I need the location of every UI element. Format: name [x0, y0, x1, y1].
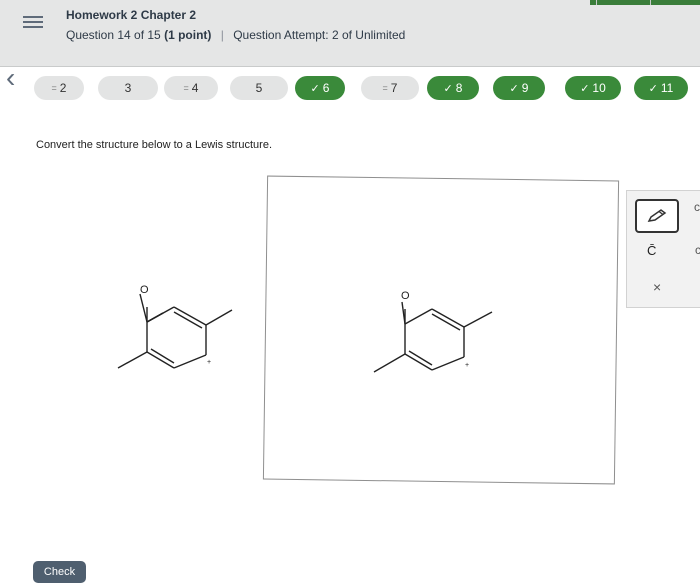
question-nav-label: 10: [592, 81, 606, 95]
question-position: Question 14 of 15: [66, 28, 161, 42]
question-nav-label: 5: [255, 81, 263, 95]
checkmark-icon: ✓: [310, 82, 320, 95]
progress-tick: [596, 0, 597, 5]
question-info: Question 14 of 15 (1 point) | Question A…: [66, 28, 405, 42]
question-nav-label: 9: [521, 81, 529, 95]
drawing-toolbar: C̄ ×: [626, 190, 700, 308]
question-nav-item-8[interactable]: ✓ 8: [427, 76, 479, 100]
bond-line: [431, 308, 465, 328]
bond-line: [173, 306, 207, 326]
oxygen-label: O: [140, 284, 149, 296]
delete-tool-button[interactable]: ×: [653, 279, 661, 295]
partial-icon: =: [51, 83, 57, 93]
question-nav-label: 6: [322, 81, 330, 95]
question-nav-label: 8: [455, 81, 463, 95]
question-nav-label: 7: [390, 81, 398, 95]
question-nav-label: 4: [191, 81, 199, 95]
bond-line: [404, 308, 433, 325]
bond-line: [205, 309, 233, 326]
checkmark-icon: ✓: [509, 82, 519, 95]
assignment-title: Homework 2 Chapter 2: [66, 8, 197, 22]
partial-icon: =: [382, 83, 388, 93]
bond-line: [431, 356, 465, 371]
reference-structure: O +: [117, 284, 233, 369]
question-nav-item-10[interactable]: ✓ 10: [565, 76, 621, 100]
progress-tick: [650, 0, 651, 5]
charge-label: +: [207, 359, 211, 366]
question-nav-item-3[interactable]: 3: [98, 76, 158, 100]
question-prompt: Convert the structure below to a Lewis s…: [36, 139, 272, 151]
charge-label: +: [465, 362, 469, 369]
question-nav-item-11[interactable]: ✓ 11: [634, 76, 688, 100]
question-nav-item-9[interactable]: ✓ 9: [493, 76, 545, 100]
bond-line: [173, 354, 207, 369]
charge-tool-button[interactable]: C̄: [647, 243, 656, 258]
question-nav-label: 11: [660, 81, 674, 95]
assignment-header: Homework 2 Chapter 2 Question 14 of 15 (…: [0, 0, 700, 67]
pencil-icon: [647, 209, 667, 222]
attempt-value: 2 of Unlimited: [331, 28, 406, 42]
question-nav-item-4[interactable]: = 4: [164, 76, 218, 100]
divider: |: [220, 28, 224, 42]
question-nav-item-7[interactable]: = 7: [361, 76, 419, 100]
pencil-tool-button[interactable]: [635, 199, 679, 233]
edge-icon: c: [694, 200, 700, 214]
question-nav-item-6[interactable]: ✓ 6: [295, 76, 345, 100]
previous-question-icon[interactable]: ‹: [6, 64, 15, 92]
attempt-label: Question Attempt:: [233, 28, 329, 42]
check-button[interactable]: Check: [33, 561, 86, 583]
progress-strip: [590, 0, 700, 5]
bond-line: [139, 293, 148, 323]
question-nav-item-5[interactable]: 5: [230, 76, 288, 100]
checkmark-icon: ✓: [648, 82, 658, 95]
question-points: (1 point): [164, 28, 212, 42]
menu-icon[interactable]: [23, 13, 43, 33]
question-nav-item-2[interactable]: = 2: [34, 76, 84, 100]
oxygen-label: O: [401, 290, 410, 302]
canvas-structure[interactable]: O +: [368, 282, 498, 382]
bond-line: [373, 353, 406, 373]
bond-line: [463, 311, 493, 328]
edge-icon: c: [695, 243, 700, 257]
partial-icon: =: [183, 83, 189, 93]
question-nav-label: 2: [59, 81, 67, 95]
checkmark-icon: ✓: [580, 82, 590, 95]
bond-line: [146, 306, 175, 323]
question-nav-label: 3: [124, 81, 132, 95]
bond-line: [117, 351, 148, 369]
checkmark-icon: ✓: [443, 82, 453, 95]
